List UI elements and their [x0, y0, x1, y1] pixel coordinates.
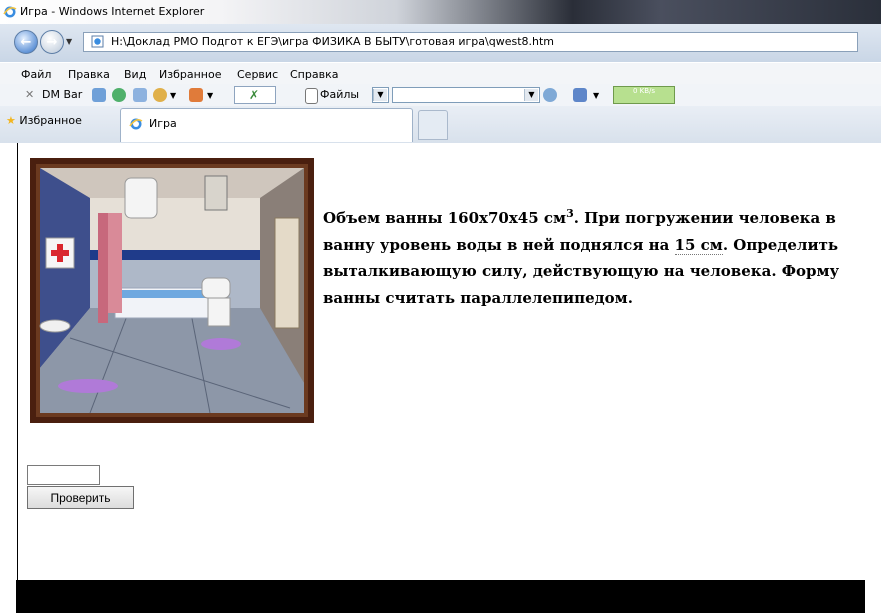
window-title: Игра - Windows Internet Explorer [20, 5, 205, 18]
close-toolbar-icon[interactable]: ✕ [25, 88, 34, 101]
filter-icon[interactable] [573, 88, 587, 102]
favorites-button[interactable]: ★ Избранное [6, 114, 82, 127]
files-label: Файлы [320, 88, 360, 101]
menu-file[interactable]: Файл [21, 68, 51, 81]
page-icon [91, 35, 104, 48]
address-url: H:\Доклад РМО Подгот к ЕГЭ\игра ФИЗИКА В… [111, 35, 555, 48]
extra-toolbar: ✕ DM Bar ▼ ▼ ✗ Файлы ▼ ▼ ▼ [0, 84, 881, 106]
files-dropdown[interactable]: ▼ [372, 87, 389, 103]
cursor-tool-button[interactable]: ✗ [234, 86, 276, 104]
dropdown-arrow-icon[interactable]: ▼ [170, 91, 176, 100]
status-bar [16, 580, 865, 613]
speed-value: 0 KB/s [632, 87, 656, 95]
forward-arrow-icon: → [46, 34, 58, 50]
document-icon [305, 88, 318, 104]
ie-logo-icon [3, 6, 17, 18]
ie-tab-icon [129, 118, 143, 130]
chat-icon[interactable] [92, 88, 106, 102]
dropdown-arrow-icon: ▼ [524, 89, 538, 101]
tab-label: Игра [149, 117, 177, 130]
dropdown-arrow-icon: ▼ [373, 89, 387, 101]
search-icon[interactable] [543, 88, 557, 102]
task-text-exponent: 3 [566, 207, 574, 220]
tab-bar: ★ Избранное Игра [0, 106, 881, 144]
dropdown-arrow-icon[interactable]: ▼ [593, 91, 599, 100]
pointer-icon: ✗ [249, 88, 260, 102]
globe-icon[interactable] [153, 88, 167, 102]
address-toolbar: ← → ▼ H:\Доклад РМО Подгот к ЕГЭ\игра ФИ… [0, 24, 881, 62]
dm-bar-label[interactable]: DM Bar [42, 88, 82, 101]
favorites-label: Избранное [19, 114, 82, 127]
address-field[interactable]: H:\Доклад РМО Подгот к ЕГЭ\игра ФИЗИКА В… [83, 32, 858, 52]
history-dropdown-icon[interactable]: ▼ [66, 37, 72, 46]
task-text: Объем ванны 160х70х45 см3. При погружени… [323, 205, 873, 311]
star-icon: ★ [6, 114, 16, 127]
dropdown-arrow-icon[interactable]: ▼ [207, 91, 213, 100]
menu-tools[interactable]: Сервис [237, 68, 278, 81]
menu-view[interactable]: Вид [124, 68, 146, 81]
speed-meter: 0 KB/s [613, 86, 675, 104]
menu-help[interactable]: Справка [290, 68, 338, 81]
download-icon[interactable] [133, 88, 147, 102]
plus-icon[interactable] [112, 88, 126, 102]
clock-icon[interactable] [189, 88, 203, 102]
forward-button[interactable]: → [40, 30, 64, 54]
menu-edit[interactable]: Правка [68, 68, 110, 81]
check-button[interactable]: Проверить [27, 486, 134, 509]
page-edge-line [17, 143, 18, 580]
task-text-highlight: 15 см [674, 235, 723, 255]
bathroom-picture [30, 158, 314, 423]
tab-game[interactable]: Игра [120, 108, 413, 142]
back-button[interactable]: ← [14, 30, 38, 54]
answer-input[interactable] [27, 465, 100, 485]
toolbar-search-select[interactable]: ▼ [392, 87, 540, 103]
menu-favorites[interactable]: Избранное [159, 68, 221, 81]
window-title-bar: Игра - Windows Internet Explorer [0, 0, 881, 24]
task-text-part1: Объем ванны 160х70х45 см [323, 209, 567, 227]
menu-bar: Файл Правка Вид Избранное Сервис Справка [0, 62, 881, 85]
new-tab-button[interactable] [418, 110, 448, 140]
back-arrow-icon: ← [20, 34, 32, 50]
